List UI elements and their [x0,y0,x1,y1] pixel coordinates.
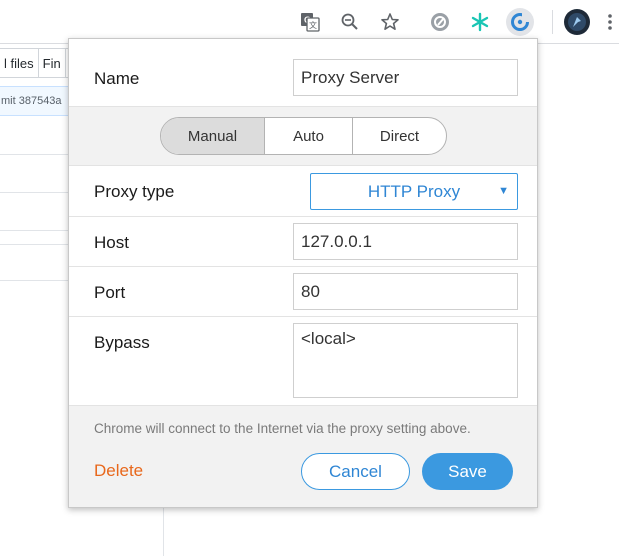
chevron-down-icon: ▼ [498,185,509,197]
zoom-out-icon[interactable] [336,8,364,36]
bypass-row: Bypass <local> [69,317,537,405]
profile-avatar[interactable] [563,8,591,36]
port-row: Port 80 [69,267,537,317]
proxy-popup: Name Proxy Server Manual Auto Direct Pro… [68,38,538,508]
proxy-type-value: HTTP Proxy [367,181,461,201]
name-row: Name Proxy Server [69,39,537,107]
extension-icon[interactable] [426,8,454,36]
port-input[interactable]: 80 [293,273,518,310]
browser-window: G 文 [0,0,619,556]
name-label: Name [94,69,140,88]
mode-manual-button[interactable]: Manual [161,118,265,154]
proxy-type-label: Proxy type [94,182,175,201]
proxy-type-select[interactable]: HTTP Proxy ▼ [310,173,518,210]
bookmark-star-icon[interactable] [376,8,404,36]
mode-row: Manual Auto Direct [69,107,537,166]
translate-icon[interactable]: G 文 [296,8,324,36]
mode-direct-button[interactable]: Direct [353,118,446,154]
host-label: Host [94,233,129,252]
proxy-switch-icon[interactable] [506,8,534,36]
host-row: Host 127.0.0.1 [69,217,537,267]
port-label: Port [94,283,126,302]
menu-kebab-icon[interactable] [602,8,618,36]
proxy-type-row: Proxy type HTTP Proxy ▼ [69,166,537,217]
popup-footer: Chrome will connect to the Internet via … [69,405,537,507]
background-tab[interactable]: l files [0,49,39,77]
cancel-button[interactable]: Cancel [301,453,410,490]
name-input[interactable]: Proxy Server [293,59,518,96]
mode-segmented-control: Manual Auto Direct [160,117,447,155]
mode-auto-button[interactable]: Auto [265,118,353,154]
host-input[interactable]: 127.0.0.1 [293,223,518,260]
delete-button[interactable]: Delete [94,461,143,481]
save-button[interactable]: Save [422,453,513,490]
background-tabs: l files Fin [0,48,70,78]
bypass-label: Bypass [94,333,150,352]
toolbar-separator [552,10,553,34]
bypass-textarea[interactable]: <local> [293,323,518,398]
info-note: Chrome will connect to the Internet via … [94,421,471,436]
extension-star-icon[interactable] [466,8,494,36]
svg-text:文: 文 [309,20,317,30]
background-tab[interactable]: Fin [39,49,66,77]
